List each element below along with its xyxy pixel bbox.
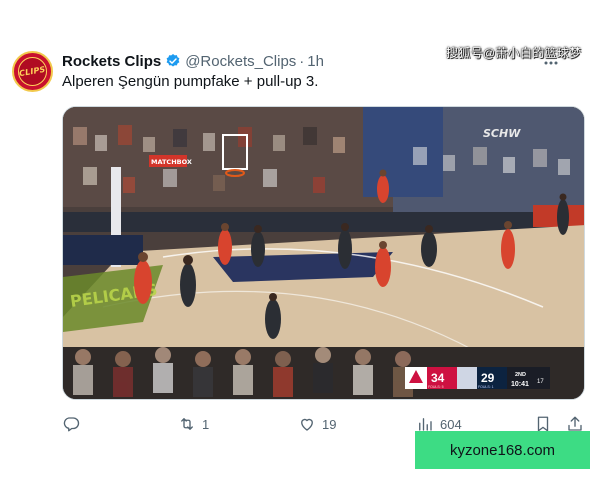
like-button[interactable]: 19 [298, 413, 336, 435]
game-clock: 10:41 [511, 381, 529, 388]
user-handle[interactable]: @Rockets_Clips [185, 53, 296, 70]
retweet-count: 1 [202, 416, 210, 432]
heart-icon [301, 418, 313, 431]
more-options-icon[interactable] [544, 56, 558, 70]
tweet-time[interactable]: 1h [307, 53, 324, 70]
scoreboard: 34 FOULS: 5 29 FOULS: 1 2ND 10:41 17 [405, 367, 550, 389]
video-frame: PELICANS MATCHBOX SCHW 34 FOULS: 5 29 FO… [63, 107, 584, 399]
home-score: 34 [431, 371, 445, 385]
separator-dot: · [299, 52, 305, 70]
game-period: 2ND [515, 372, 526, 378]
site-watermark-badge: kyzone168.com [415, 431, 590, 469]
retweet-icon [181, 418, 193, 430]
watermark-text: 搜狐号@萧小白的篮球梦 [446, 46, 582, 60]
shot-clock: 17 [537, 379, 544, 385]
tweet-video[interactable]: PELICANS MATCHBOX SCHW 34 FOULS: 5 29 FO… [62, 106, 585, 400]
reply-icon [63, 417, 80, 432]
away-fouls: FOULS: 1 [478, 385, 494, 389]
verified-badge-icon [166, 54, 180, 67]
retweet-button[interactable]: 1 [178, 413, 209, 435]
away-score: 29 [481, 371, 495, 385]
home-fouls: FOULS: 5 [428, 385, 444, 389]
reply-button[interactable] [62, 413, 86, 435]
site-watermark-text: kyzone168.com [449, 441, 556, 459]
rockets-logo-icon: CLIPS [18, 57, 47, 86]
avatar-logo-text: CLIPS [18, 64, 47, 79]
avatar[interactable]: CLIPS [12, 51, 53, 92]
display-name[interactable]: Rockets Clips [62, 53, 161, 70]
tweet-header: Rockets Clips @Rockets_Clips · 1h [62, 51, 324, 71]
views-count: 604 [440, 416, 462, 432]
arena-sign-left-text: MATCHBOX [151, 158, 192, 166]
like-count: 19 [322, 416, 337, 432]
tweet-text: Alperen Şengün pumpfake + pull-up 3. [62, 73, 319, 90]
arena-sign-right-text: SCHW [483, 127, 521, 140]
